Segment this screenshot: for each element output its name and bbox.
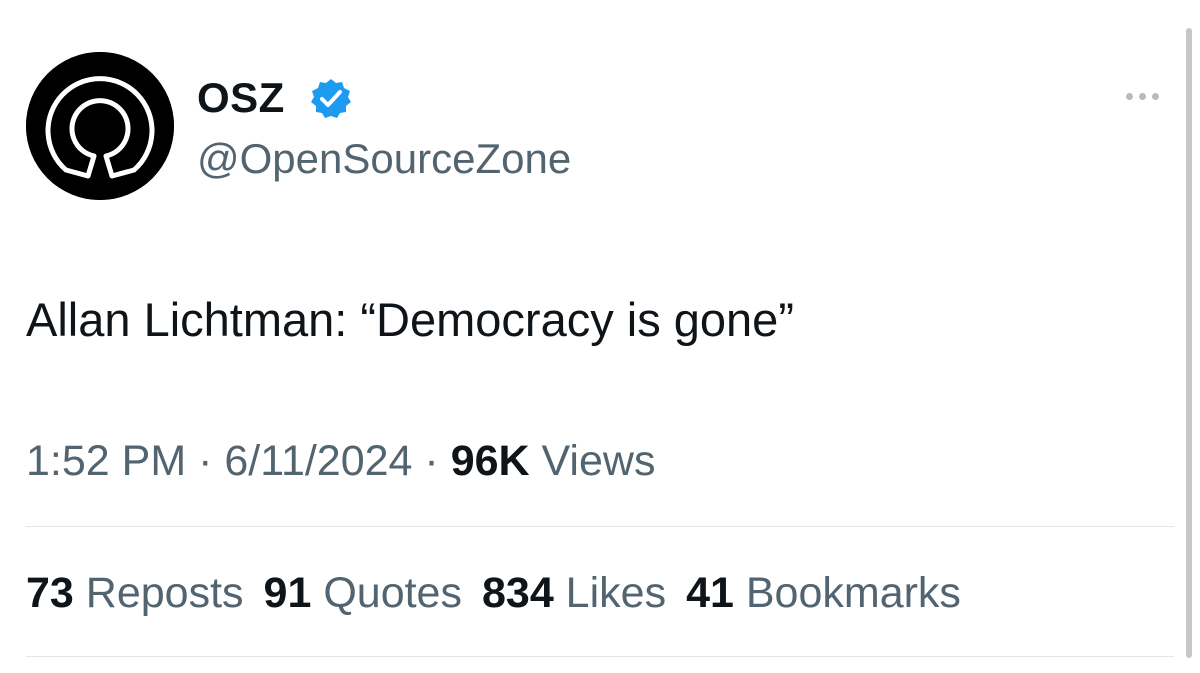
views-label: Views bbox=[529, 437, 656, 485]
scrollbar[interactable] bbox=[1186, 28, 1192, 658]
bookmarks-stat[interactable]: 41 Bookmarks bbox=[686, 565, 961, 621]
tweet-meta: 1:52 PM · 6/11/2024 · 96K Views bbox=[26, 433, 655, 489]
display-name[interactable]: OSZ bbox=[197, 74, 285, 122]
engagement-stats: 73 Reposts 91 Quotes 834 Likes 41 Bookmarks bbox=[26, 565, 981, 621]
divider bbox=[26, 526, 1174, 527]
quotes-label: Quotes bbox=[311, 569, 462, 617]
bookmarks-label: Bookmarks bbox=[733, 569, 961, 617]
user-handle[interactable]: @OpenSourceZone bbox=[197, 134, 571, 184]
bookmarks-count: 41 bbox=[686, 569, 734, 617]
avatar[interactable] bbox=[26, 52, 174, 200]
views-count: 96K bbox=[450, 437, 530, 485]
quotes-count: 91 bbox=[263, 569, 312, 617]
reposts-count: 73 bbox=[26, 569, 74, 617]
likes-stat[interactable]: 834 Likes bbox=[482, 565, 666, 621]
more-options-icon[interactable] bbox=[1126, 86, 1172, 106]
reposts-label: Reposts bbox=[73, 569, 244, 617]
likes-count: 834 bbox=[481, 569, 554, 617]
reposts-stat[interactable]: 73 Reposts bbox=[26, 565, 244, 621]
likes-label: Likes bbox=[553, 569, 667, 617]
tweet-date[interactable]: 6/11/2024 bbox=[224, 437, 412, 485]
divider bbox=[26, 656, 1174, 657]
meta-separator: · bbox=[412, 437, 451, 485]
tweet-text: Allan Lichtman: “Democracy is gone” bbox=[26, 293, 794, 346]
verified-badge-icon bbox=[309, 77, 353, 121]
quotes-stat[interactable]: 91 Quotes bbox=[264, 565, 462, 621]
open-source-logo-icon bbox=[26, 52, 174, 200]
meta-separator: · bbox=[186, 437, 225, 485]
tweet-time[interactable]: 1:52 PM bbox=[26, 437, 186, 485]
